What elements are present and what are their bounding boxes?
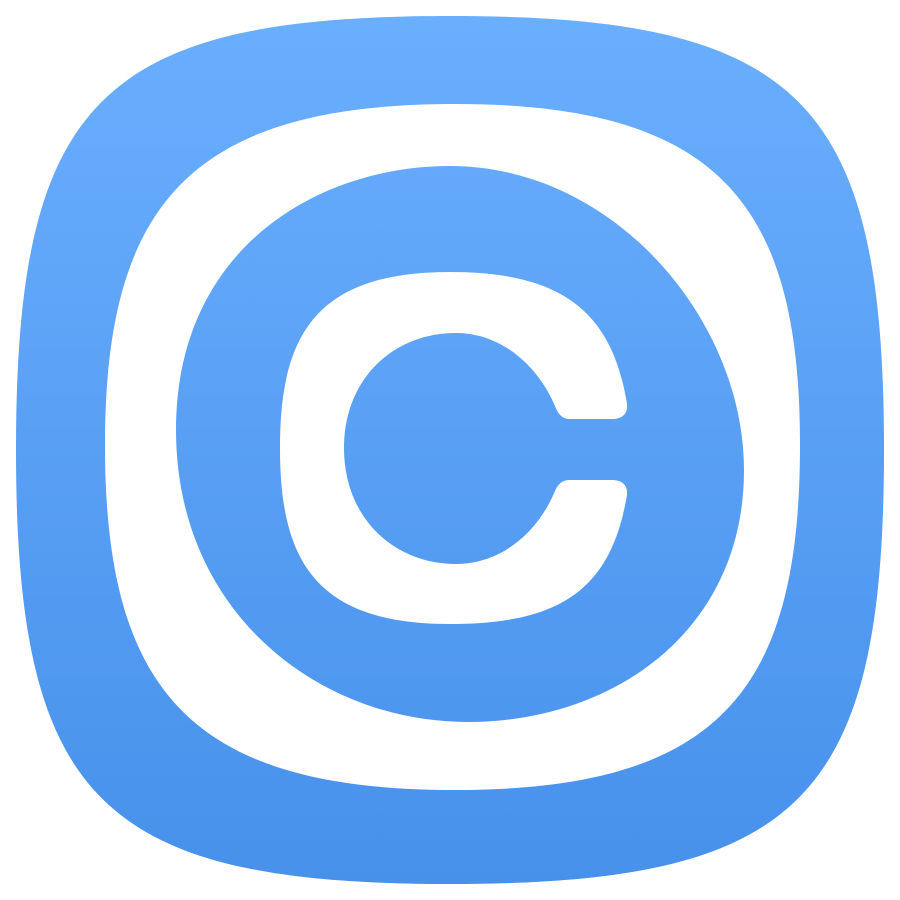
copyright-app-icon [16,16,884,884]
app-icon-canvas [0,0,900,900]
